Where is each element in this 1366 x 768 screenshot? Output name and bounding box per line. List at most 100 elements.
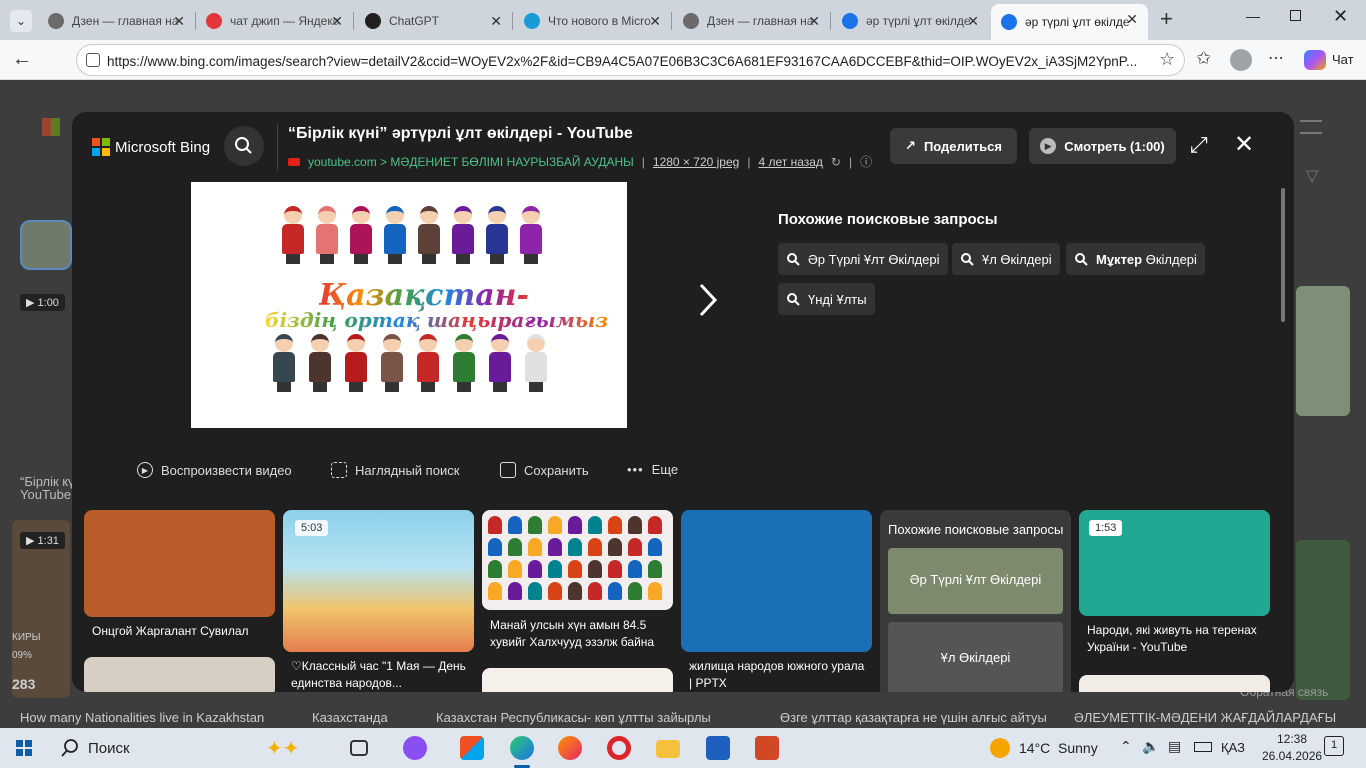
bg-caption[interactable]: Казахстан Республикасы- көп ұлтты зайырл… [436,710,711,725]
favorite-star-icon[interactable]: ☆ [1159,49,1175,70]
close-tab-icon[interactable]: ✕ [1126,11,1138,28]
volume-icon[interactable]: 🔈 [1142,738,1159,755]
clock-date[interactable]: 26.04.2026 [1262,749,1322,763]
notification-icon[interactable]: 1 [1324,736,1344,756]
close-window-button[interactable]: ✕ [1333,6,1348,27]
next-image-icon[interactable] [698,282,718,318]
close-icon[interactable]: ✕ [1234,130,1254,159]
result-card[interactable] [681,510,872,652]
opera-icon[interactable] [607,736,631,760]
restore-button[interactable] [1290,10,1301,21]
taskbar-search[interactable]: Поиск ✦✦ [48,728,338,768]
save-action[interactable]: Сохранить [500,462,589,478]
weather-condition[interactable]: Sunny [1058,740,1098,756]
result-card[interactable] [84,657,275,692]
browser-tab[interactable]: Что нового в Micro ✕ [514,6,671,36]
url-field[interactable]: https://www.bing.com/images/search?view=… [76,44,1185,76]
edge-icon[interactable] [510,736,534,760]
browser-tab[interactable]: әр түрлі ұлт өкілде ✕ [991,4,1148,40]
result-card[interactable] [84,510,275,617]
close-tab-icon[interactable]: ✕ [331,13,343,30]
bing-logo-icon[interactable] [92,138,110,156]
share-button[interactable]: ↗ Поделиться [890,128,1017,164]
file-explorer-icon[interactable] [656,740,680,758]
result-card-caption[interactable]: Манай улсын хүн амын 84.5 хувийг Халхчуу… [490,617,670,651]
favorites-icon[interactable]: ✩ [1196,48,1211,69]
result-card[interactable]: 1:53 [1079,510,1270,616]
result-card[interactable] [482,510,673,610]
battery-icon[interactable] [1194,742,1212,752]
bg-caption[interactable]: Өзге ұлттар қазақтарға не үшін алғыс айт… [780,710,1047,725]
close-tab-icon[interactable]: ✕ [967,13,979,30]
modal-search-button[interactable] [224,126,264,166]
grid-person [528,538,542,556]
bg-caption[interactable]: ӘЛЕУМЕТТІК-МӘДЕНИ ЖАҒДАЙЛАРДАҒЫ [1074,710,1336,725]
bg-caption[interactable]: Казахстанда [312,710,388,725]
copilot-app-icon[interactable] [403,736,427,760]
result-card[interactable] [482,668,673,692]
close-tab-icon[interactable]: ✕ [173,13,185,30]
related-chip[interactable]: Мұктер Өкілдері [1066,243,1205,275]
new-tab-button[interactable]: + [1160,8,1173,30]
related-chip[interactable]: Әр Түрлі Ұлт Өкілдері [778,243,948,275]
modal-scrollbar[interactable] [1281,188,1285,322]
copilot-icon[interactable] [1304,50,1326,70]
task-view-icon[interactable] [350,740,368,756]
related-card-item[interactable]: Ұл Өкілдері [888,622,1063,692]
clock-time[interactable]: 12:38 [1268,732,1316,746]
image-dimensions[interactable]: 1280 × 720 jpeg [653,155,739,169]
result-card-caption[interactable]: Народи, які живуть на теренах України - … [1087,622,1267,656]
temperature[interactable]: 14°C [1019,740,1050,756]
browser-tab[interactable]: Дзен — главная на ✕ [673,6,830,36]
browser-tab[interactable]: Дзен — главная на ✕ [38,6,195,36]
result-card-caption[interactable]: ♡Классный час "1 Мая — День единства нар… [291,658,471,692]
bg-caption[interactable]: How many Nationalities live in Kazakhsta… [20,710,264,725]
firefox-icon[interactable] [558,736,582,760]
expand-icon[interactable]: ⤢ [1190,132,1208,158]
related-chip[interactable]: Үнді Ұлты [778,283,875,315]
bg-right-thumb[interactable] [1296,286,1350,416]
browser-tab[interactable]: ChatGPT ✕ [355,6,512,36]
source-link[interactable]: youtube.com > МӘДЕНИЕТ БӨЛІМІ НАУРЫЗБАЙ … [308,155,634,169]
powerpoint-icon[interactable] [755,736,779,760]
weather-sun-icon[interactable] [990,738,1010,758]
bg-right-thumb-2[interactable] [1296,540,1350,700]
copilot-label[interactable]: Чат [1332,52,1354,67]
browser-tab[interactable]: чат джип — Яндекс ✕ [196,6,353,36]
network-icon[interactable]: ▤ [1168,738,1181,755]
store-icon[interactable] [460,736,484,760]
result-card-caption[interactable]: жилища народов южного урала | PPTX [689,658,869,692]
close-tab-icon[interactable]: ✕ [649,13,661,30]
more-action[interactable]: ••• Еще [627,462,678,477]
back-icon[interactable]: ← [12,48,32,71]
hamburger-icon[interactable] [1300,120,1322,134]
brand-name[interactable]: Microsoft Bing [115,139,210,156]
bg-thumbnail[interactable] [20,220,72,270]
browser-tab[interactable]: әр түрлі ұлт өкілде ✕ [832,6,989,36]
result-card[interactable] [1079,675,1270,692]
windows-start-icon[interactable] [16,740,32,756]
filter-icon[interactable]: ▽ [1306,166,1318,186]
tab-actions-icon[interactable]: ⌄ [10,10,32,32]
main-image[interactable]: Қазақстан- біздің ортақ шаңырағымыз [191,182,627,428]
more-dots-icon: ••• [627,462,644,477]
play-video-action[interactable]: ▶ Воспроизвести видео [137,462,292,478]
close-tab-icon[interactable]: ✕ [808,13,820,30]
more-menu-icon[interactable]: ⋯ [1268,48,1285,68]
profile-avatar[interactable] [1230,49,1252,71]
result-card-caption[interactable]: Онцгой Жаргалант Сувилал [92,623,272,640]
tray-chevron-icon[interactable]: ⌃ [1120,738,1132,755]
visual-search-action[interactable]: Наглядный поиск [331,462,459,478]
watch-button[interactable]: ▶ Смотреть (1:00) [1029,128,1176,164]
close-tab-icon[interactable]: ✕ [490,13,502,30]
site-info-icon[interactable] [86,53,100,67]
image-age[interactable]: 4 лет назад [758,155,822,169]
language-indicator[interactable]: ҚАЗ [1221,740,1245,755]
minimize-button[interactable]: — [1246,8,1260,24]
word-icon[interactable] [706,736,730,760]
related-card-item[interactable]: Әр Түрлі Ұлт Өкілдері [888,548,1063,614]
related-chip[interactable]: Ұл Өкілдері [952,243,1060,275]
result-card[interactable]: 5:03 [283,510,474,652]
image-title[interactable]: “Бірлік күні” әртүрлі ұлт өкілдері - You… [288,125,633,143]
info-icon[interactable]: ⓘ [860,153,872,170]
